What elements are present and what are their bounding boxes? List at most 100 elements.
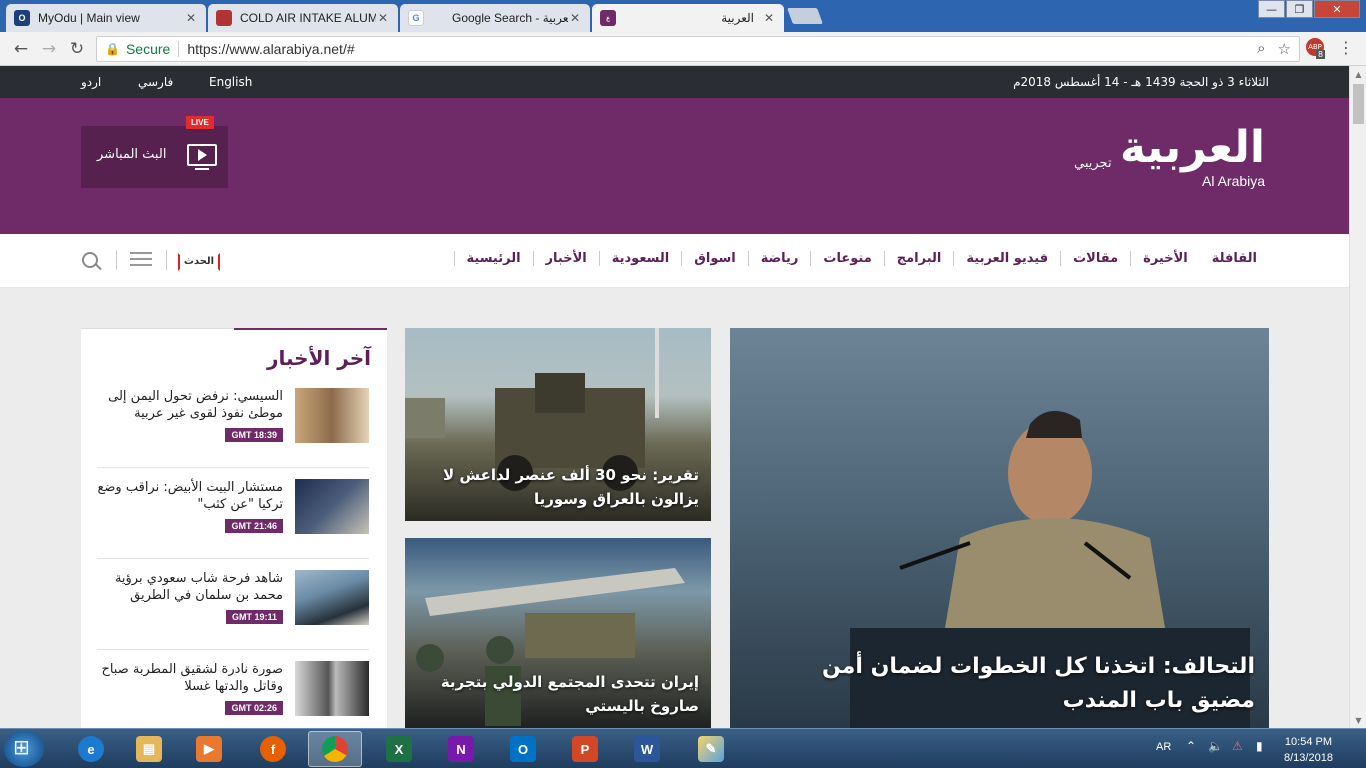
list-item[interactable]: صورة نادرة لشقيق المطربة صباح وقاتل والد… [97,661,369,728]
chrome-icon[interactable] [308,731,362,767]
file-explorer-icon[interactable]: ▤ [122,731,176,767]
hamburger-menu-icon[interactable] [130,252,152,268]
news-thumbnail[interactable] [295,479,369,534]
divider [81,328,234,329]
excel-icon[interactable]: X [372,731,426,767]
list-item[interactable]: السيسي: نرفض تحول اليمن إلى موطئ نفوذ لق… [97,388,369,468]
tab-cold-air[interactable]: COLD AIR INTAKE ALUMI ✕ [208,4,398,32]
clock-time: 10:54 PM [1284,736,1333,748]
word-icon[interactable]: W [620,731,674,767]
news-title[interactable]: شاهد فرحة شاب سعودي برؤية محمد بن سلمان … [93,570,283,604]
search-icon[interactable] [82,252,98,268]
close-icon[interactable]: ✕ [568,11,582,25]
site-logo-latin: Al Arabiya [1202,173,1266,189]
nav-item-varieties[interactable]: منوعات [810,251,883,266]
nav-item-markets[interactable]: اسواق [681,251,747,266]
nav-item-last[interactable]: الأخيرة [1130,251,1200,266]
lang-farsi-link[interactable]: فارسي [138,75,173,89]
list-item[interactable]: شاهد فرحة شاب سعودي برؤية محمد بن سلمان … [97,570,369,650]
nav-item-articles[interactable]: مقالات [1060,251,1130,266]
tab-google[interactable]: G Google Search - العربية ✕ [400,4,590,32]
latest-news-panel: آخر الأخبار السيسي: نرفض تحول اليمن إلى … [81,328,387,728]
nav-item-home[interactable]: الرئيسية [453,251,533,266]
list-item[interactable]: مستشار البيت الأبيض: نراقب وضع تركيا "عن… [97,479,369,559]
zoom-icon[interactable]: ⌕ [1257,40,1265,58]
lang-urdu-link[interactable]: اردو [81,75,101,89]
media-player-icon[interactable]: ▶ [182,731,236,767]
system-clock[interactable]: 10:54 PM 8/13/2018 [1284,734,1333,766]
restore-icon[interactable]: ❐ [1286,0,1313,18]
address-bar[interactable]: 🔒 Secure https://www.alarabiya.net/# ⌕ ☆ [96,36,1300,62]
story-card-iran[interactable]: إيران تتحدى المجتمع الدولي بتجربة صاروخ … [405,538,711,728]
alarabiya-icon: ع [600,10,616,26]
alhadath-logo[interactable]: الحدث [178,253,220,271]
tab-myodu[interactable]: O MyOdu | Main view ✕ [6,4,206,32]
tv-stand [195,168,209,170]
onenote-icon[interactable]: N [434,731,488,767]
reload-icon[interactable]: ↻ [66,38,88,60]
tab-alarabiya[interactable]: ع العربية ✕ [592,4,784,32]
story-title[interactable]: تقرير: نحو 30 ألف عنصر لداعش لا يزالون ب… [409,463,699,511]
live-stream-button[interactable]: البث المباشر [81,126,228,188]
tv-play-icon [187,144,217,166]
nav-item-video[interactable]: فيديو العربية [953,251,1060,266]
powerpoint-icon[interactable]: P [558,731,612,767]
accent-line [234,328,387,330]
news-title[interactable]: صورة نادرة لشقيق المطربة صباح وقاتل والد… [93,661,283,695]
minimize-icon[interactable]: — [1258,0,1285,18]
latest-news-heading: آخر الأخبار [266,346,371,370]
new-tab-button[interactable] [787,8,823,24]
clock-date: 8/13/2018 [1284,752,1333,764]
site-header: العربية Al Arabiya تجريبي البث المباشر L… [0,98,1349,234]
nav-item-caravan[interactable]: القافلة [1200,251,1269,266]
paint-icon[interactable]: ✎ [684,731,738,767]
bookmark-star-icon[interactable]: ☆ [1278,40,1291,58]
news-thumbnail[interactable] [295,661,369,716]
outlook-icon[interactable]: O [496,731,550,767]
network-warning-icon[interactable]: ⚠ [1232,739,1243,753]
back-arrow-icon[interactable]: ← [10,38,32,60]
url-text[interactable]: https://www.alarabiya.net/# [187,41,354,57]
windows-taskbar: e ▤ ▶ f X N O P W ✎ AR ⌃ 🔈 ⚠ ▮ 10:54 PM … [0,728,1366,768]
browser-menu-icon[interactable]: ⋮ [1338,38,1354,57]
tab-title: Google Search - العربية [452,11,568,25]
divider [116,250,117,270]
main-nav: الرئيسية الأخبار السعودية اسواق رياضة من… [0,234,1349,288]
tab-title: COLD AIR INTAKE ALUMI [240,11,376,25]
story-card-isis[interactable]: تقرير: نحو 30 ألف عنصر لداعش لا يزالون ب… [405,328,711,521]
show-hidden-icons-icon[interactable]: ⌃ [1186,739,1196,753]
story-title[interactable]: التحالف: اتخذنا كل الخطوات لضمان أمن مضي… [755,650,1255,718]
nav-item-saudi[interactable]: السعودية [598,251,682,266]
tab-title: MyOdu | Main view [38,11,140,25]
page-scrollbar[interactable]: ▲ ▼ [1349,66,1366,728]
close-icon[interactable]: ✕ [762,11,776,25]
start-button[interactable] [4,731,44,767]
close-icon[interactable]: ✕ [376,11,390,25]
lang-english-link[interactable]: English [209,75,252,89]
scroll-down-icon[interactable]: ▼ [1350,712,1366,728]
close-window-icon[interactable]: ✕ [1314,0,1360,18]
news-title[interactable]: السيسي: نرفض تحول اليمن إلى موطئ نفوذ لق… [93,388,283,422]
news-thumbnail[interactable] [295,388,369,443]
scroll-up-icon[interactable]: ▲ [1350,66,1366,82]
internet-explorer-icon[interactable]: e [64,731,118,767]
nav-item-programs[interactable]: البرامج [883,251,954,266]
volume-icon[interactable]: 🔈 [1208,739,1223,753]
news-thumbnail[interactable] [295,570,369,625]
news-title[interactable]: مستشار البيت الأبيض: نراقب وضع تركيا "عن… [93,479,283,513]
story-card-main[interactable]: التحالف: اتخذنا كل الخطوات لضمان أمن مضي… [730,328,1269,728]
signal-icon[interactable]: ▮ [1256,739,1263,753]
close-icon[interactable]: ✕ [184,11,198,25]
story-title[interactable]: إيران تتحدى المجتمع الدولي بتجربة صاروخ … [409,670,699,718]
nav-item-news[interactable]: الأخبار [532,251,599,266]
odu-icon: O [14,10,30,26]
scrollbar-thumb[interactable] [1353,84,1364,124]
site-logo[interactable]: العربية [1120,122,1265,173]
input-language[interactable]: AR [1156,741,1171,753]
generic-page-icon [216,10,232,26]
divider [166,250,167,270]
nav-item-sports[interactable]: رياضة [747,251,811,266]
forward-arrow-icon[interactable]: → [38,38,60,60]
window-controls: — ❐ ✕ [1257,0,1360,18]
firefox-icon[interactable]: f [246,731,300,767]
